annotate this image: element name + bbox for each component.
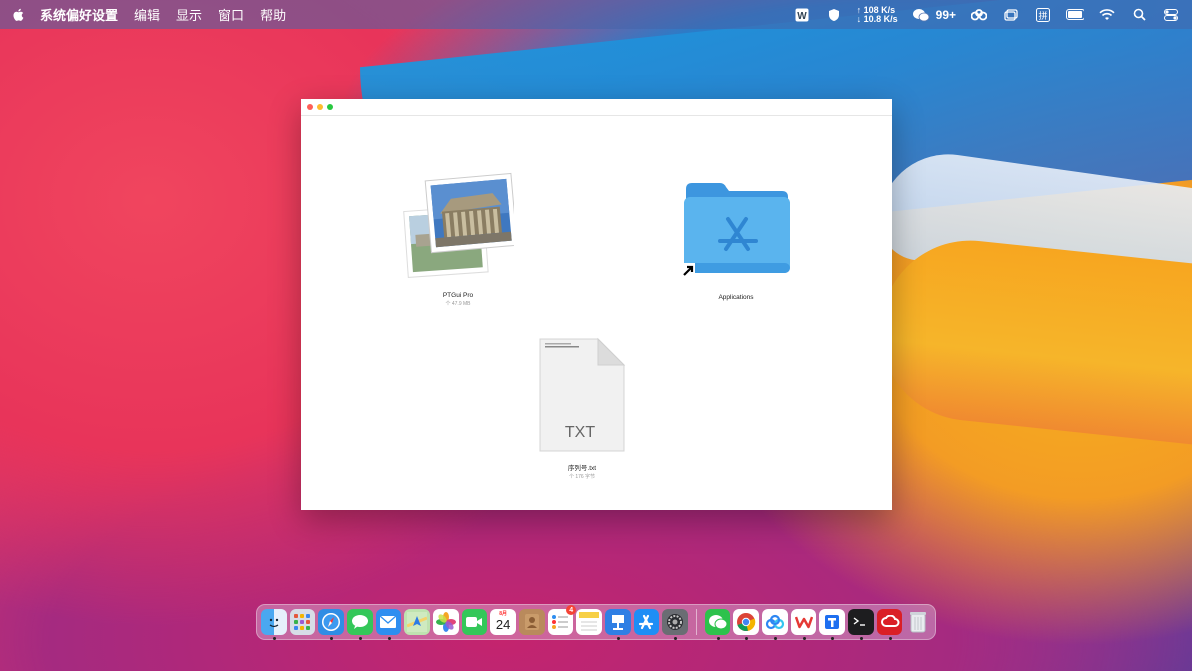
file-item-ptgui[interactable]: PTGui Pro 个 47.9 MB — [398, 171, 518, 307]
file-name-ptgui: PTGui Pro — [442, 292, 474, 299]
menu-edit[interactable]: 编辑 — [126, 5, 168, 24]
launchpad-dock-icon[interactable] — [289, 609, 316, 635]
file-name-serial: 序列号.txt — [567, 465, 597, 472]
wechat-dock-icon[interactable] — [704, 609, 731, 640]
txt-extension-label: TXT — [565, 424, 595, 441]
apple-menu-icon[interactable] — [12, 7, 26, 23]
contacts-dock-icon[interactable] — [518, 609, 545, 635]
finder-dock-icon[interactable] — [261, 609, 287, 640]
window-titlebar — [301, 99, 892, 116]
battery-icon[interactable] — [1066, 6, 1084, 24]
terminal-dock-icon[interactable] — [848, 609, 874, 640]
notes-dock-icon[interactable] — [576, 609, 602, 635]
svg-text:拼: 拼 — [1038, 10, 1047, 22]
menu-window[interactable]: 窗口 — [210, 5, 252, 24]
messages-dock-icon[interactable] — [346, 609, 373, 640]
maps-dock-icon[interactable] — [404, 609, 430, 635]
file-name-applications: Applications — [718, 294, 754, 301]
window-switcher-icon[interactable] — [1002, 6, 1020, 24]
applications-folder-icon — [676, 177, 796, 290]
reminders-dock-icon[interactable]: 4 — [547, 605, 577, 635]
app-store-dock-icon[interactable] — [633, 609, 660, 635]
net-download-speed: ↓ 10.8 K/s — [856, 13, 898, 24]
calendar-month-label: 8月 — [499, 611, 507, 617]
wechat-status-icon[interactable] — [912, 6, 930, 24]
svg-text:W: W — [797, 11, 807, 22]
control-center-icon[interactable] — [1162, 6, 1180, 24]
system-preferences-dock-icon[interactable] — [662, 609, 688, 640]
keynote-dock-icon[interactable] — [604, 609, 631, 640]
file-item-applications[interactable]: Applications — [676, 177, 796, 301]
finder-window: PTGui Pro 个 47.9 MB Applications TXT 序列号… — [301, 99, 892, 510]
ptgui-app-icon — [402, 171, 518, 288]
wps-status-icon[interactable]: W — [793, 6, 811, 24]
facetime-dock-icon[interactable] — [461, 609, 488, 635]
wechat-unread-count: 99+ — [935, 7, 956, 22]
safari-dock-icon[interactable] — [318, 609, 344, 640]
tencent-docs-dock-icon[interactable] — [819, 609, 846, 640]
mail-dock-icon[interactable] — [375, 609, 402, 640]
close-window-button[interactable] — [307, 104, 313, 110]
wallpaper-orange-band — [871, 231, 1192, 449]
dock: 8月 24 4 — [256, 604, 936, 640]
shield-status-icon[interactable] — [825, 6, 843, 24]
baidu-netdisk-dock-icon[interactable] — [762, 609, 788, 640]
photos-dock-icon[interactable] — [432, 609, 459, 635]
wifi-icon[interactable] — [1098, 6, 1116, 24]
menu-help[interactable]: 帮助 — [252, 5, 294, 24]
menu-bar: 系统偏好设置 编辑 显示 窗口 帮助 W ↑ 108 K/s ↓ 10.8 K/… — [0, 0, 1192, 29]
baidu-netdisk-status-icon[interactable] — [970, 6, 988, 24]
dock-separator — [695, 609, 697, 635]
minimize-window-button[interactable] — [317, 104, 323, 110]
wps-dock-icon[interactable] — [790, 609, 817, 640]
trash-dock-icon[interactable] — [905, 609, 931, 635]
creative-cloud-dock-icon[interactable] — [876, 609, 903, 640]
file-meta-ptgui: 个 47.9 MB — [445, 301, 471, 307]
txt-document-icon: TXT — [536, 337, 628, 458]
zoom-window-button[interactable] — [327, 104, 333, 110]
menu-app-name[interactable]: 系统偏好设置 — [40, 5, 126, 24]
menu-view[interactable]: 显示 — [168, 5, 210, 24]
network-speed-indicator[interactable]: ↑ 108 K/s ↓ 10.8 K/s — [856, 5, 898, 24]
input-method-icon[interactable]: 拼 — [1034, 6, 1052, 24]
chrome-dock-icon[interactable] — [733, 609, 760, 640]
spotlight-search-icon[interactable] — [1130, 6, 1148, 24]
calendar-day-label: 24 — [495, 617, 511, 632]
reminders-badge: 4 — [566, 605, 577, 615]
calendar-dock-icon[interactable]: 8月 24 — [490, 609, 516, 635]
file-item-serial-txt[interactable]: TXT 序列号.txt 个 176 字节 — [522, 337, 642, 480]
file-meta-serial: 个 176 字节 — [568, 474, 596, 480]
